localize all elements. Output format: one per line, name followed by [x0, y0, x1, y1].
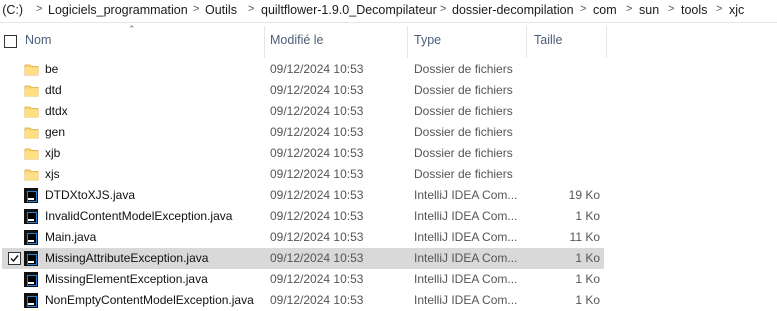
breadcrumb-item[interactable]: tools: [681, 3, 707, 17]
file-type: Dossier de fichiers: [414, 83, 513, 97]
column-header-name[interactable]: Nom: [25, 33, 51, 47]
file-row[interactable]: MissingAttributeException.java 09/12/2024…: [0, 248, 777, 269]
file-name: NonEmptyContentModelException.java: [45, 293, 254, 307]
chevron-right-icon[interactable]: >: [193, 3, 199, 15]
file-size: 1 Ko: [575, 293, 600, 307]
chevron-right-icon[interactable]: >: [668, 3, 674, 15]
file-type: Dossier de fichiers: [414, 104, 513, 118]
file-row[interactable]: MissingElementException.java 09/12/2024 1…: [0, 269, 777, 290]
file-row[interactable]: dtdx 09/12/2024 10:53 Dossier de fichiers: [0, 101, 777, 122]
breadcrumb-item[interactable]: Logiciels_programmation: [48, 3, 188, 17]
file-row[interactable]: xjs 09/12/2024 10:53 Dossier de fichiers: [0, 164, 777, 185]
file-row[interactable]: dtd 09/12/2024 10:53 Dossier de fichiers: [0, 80, 777, 101]
file-type: Dossier de fichiers: [414, 167, 513, 181]
folder-icon: [24, 125, 39, 140]
file-name: Main.java: [45, 230, 97, 244]
file-modified: 09/12/2024 10:53: [270, 62, 364, 76]
column-divider[interactable]: [407, 26, 408, 58]
breadcrumb-item[interactable]: sun: [639, 3, 659, 17]
intellij-file-icon: [24, 230, 38, 245]
file-type: IntelliJ IDEA Com...: [414, 230, 518, 244]
breadcrumb-item[interactable]: l (C:): [0, 3, 23, 17]
column-header-type[interactable]: Type: [414, 33, 441, 47]
column-divider[interactable]: [264, 26, 265, 58]
column-header-modified[interactable]: Modifié le: [270, 33, 324, 47]
sort-up-icon: ⌃: [128, 24, 136, 34]
file-modified: 09/12/2024 10:53: [270, 146, 364, 160]
folder-icon: [24, 167, 39, 182]
chevron-right-icon[interactable]: >: [248, 3, 254, 15]
file-row[interactable]: InvalidContentModelException.java 09/12/2…: [0, 206, 777, 227]
file-type: IntelliJ IDEA Com...: [414, 209, 518, 223]
file-name: xjb: [45, 146, 61, 160]
column-divider[interactable]: [526, 26, 527, 58]
breadcrumb-item[interactable]: xjc: [729, 3, 744, 17]
intellij-file-icon: [24, 209, 38, 224]
column-header: ⌃ Nom Modifié le Type Taille: [0, 22, 777, 60]
file-size: 1 Ko: [575, 272, 600, 286]
file-type: Dossier de fichiers: [414, 125, 513, 139]
breadcrumb-item[interactable]: quiltflower-1.9.0_Decompilateur: [261, 3, 437, 17]
intellij-file-icon: [24, 293, 38, 308]
intellij-file-icon: [24, 251, 38, 266]
folder-icon: [24, 62, 39, 77]
file-name: dtd: [45, 83, 62, 97]
file-size: 11 Ko: [569, 230, 600, 244]
file-modified: 09/12/2024 10:53: [270, 104, 364, 118]
folder-icon: [24, 146, 39, 161]
chevron-right-icon[interactable]: >: [440, 3, 446, 15]
chevron-right-icon[interactable]: >: [36, 3, 42, 15]
chevron-right-icon[interactable]: >: [626, 3, 632, 15]
file-modified: 09/12/2024 10:53: [270, 125, 364, 139]
file-name: xjs: [45, 167, 60, 181]
file-modified: 09/12/2024 10:53: [270, 209, 364, 223]
breadcrumb-item[interactable]: com: [593, 3, 617, 17]
file-name: MissingAttributeException.java: [45, 251, 209, 265]
row-checkbox[interactable]: [8, 252, 21, 265]
breadcrumb: l (C:) > Logiciels_programmation > Outil…: [0, 0, 777, 23]
file-name: InvalidContentModelException.java: [45, 209, 233, 223]
file-modified: 09/12/2024 10:53: [270, 83, 364, 97]
breadcrumb-item[interactable]: dossier-decompilation: [452, 3, 574, 17]
file-size: 1 Ko: [575, 209, 600, 223]
chevron-right-icon[interactable]: >: [716, 3, 722, 15]
file-size: 19 Ko: [568, 188, 600, 202]
file-modified: 09/12/2024 10:53: [270, 251, 364, 265]
file-row[interactable]: xjb 09/12/2024 10:53 Dossier de fichiers: [0, 143, 777, 164]
file-type: IntelliJ IDEA Com...: [414, 188, 518, 202]
file-modified: 09/12/2024 10:53: [270, 272, 364, 286]
file-name: MissingElementException.java: [45, 272, 208, 286]
file-size: 1 Ko: [575, 251, 600, 265]
select-all-checkbox[interactable]: [4, 35, 17, 48]
column-divider[interactable]: [606, 26, 607, 58]
file-row[interactable]: NonEmptyContentModelException.java 09/12/…: [0, 290, 777, 311]
intellij-file-icon: [24, 272, 38, 287]
file-modified: 09/12/2024 10:53: [270, 293, 364, 307]
folder-icon: [24, 104, 39, 119]
file-type: Dossier de fichiers: [414, 62, 513, 76]
file-row[interactable]: be 09/12/2024 10:53 Dossier de fichiers: [0, 59, 777, 80]
file-row[interactable]: gen 09/12/2024 10:53 Dossier de fichiers: [0, 122, 777, 143]
file-type: IntelliJ IDEA Com...: [414, 251, 518, 265]
file-modified: 09/12/2024 10:53: [270, 167, 364, 181]
file-type: Dossier de fichiers: [414, 146, 513, 160]
file-name: dtdx: [45, 104, 68, 118]
folder-icon: [24, 83, 39, 98]
chevron-right-icon[interactable]: >: [580, 3, 586, 15]
file-row[interactable]: Main.java 09/12/2024 10:53 IntelliJ IDEA C…: [0, 227, 777, 248]
file-modified: 09/12/2024 10:53: [270, 230, 364, 244]
breadcrumb-item[interactable]: Outils: [205, 3, 237, 17]
file-row[interactable]: DTDXtoXJS.java 09/12/2024 10:53 IntelliJ I…: [0, 185, 777, 206]
file-name: DTDXtoXJS.java: [45, 188, 136, 202]
intellij-file-icon: [24, 188, 38, 203]
column-header-size[interactable]: Taille: [534, 33, 563, 47]
file-type: IntelliJ IDEA Com...: [414, 293, 518, 307]
file-name: gen: [45, 125, 66, 139]
file-type: IntelliJ IDEA Com...: [414, 272, 518, 286]
file-name: be: [45, 62, 59, 76]
file-modified: 09/12/2024 10:53: [270, 188, 364, 202]
